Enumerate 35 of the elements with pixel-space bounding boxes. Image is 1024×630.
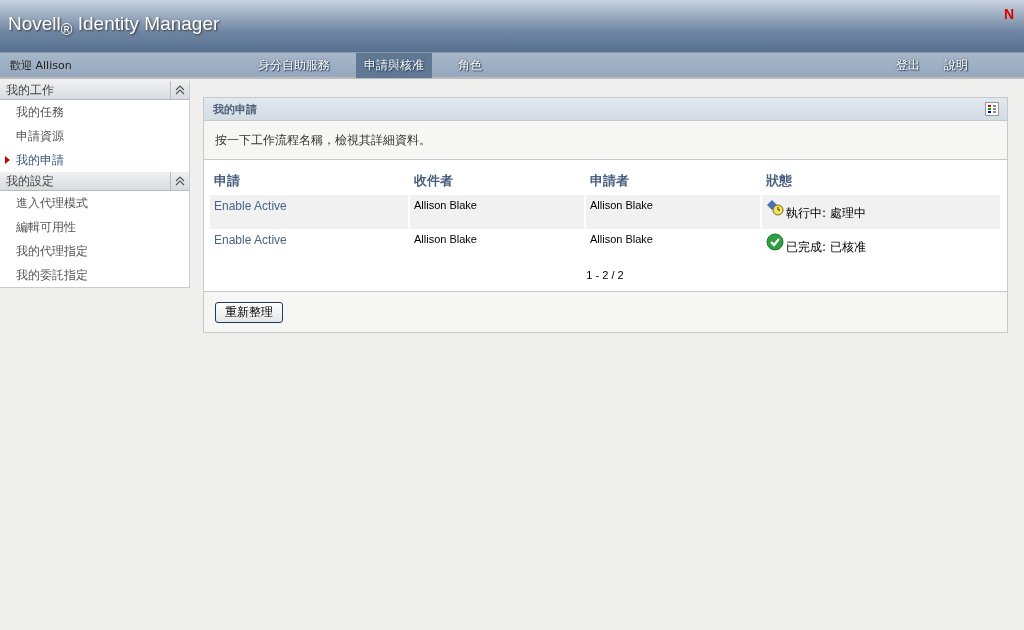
sidebar-item[interactable]: 我的任務 [0, 100, 189, 124]
request-link[interactable]: Enable Active [214, 233, 287, 247]
app-title: Novell$_{®}$ Identity Manager [8, 13, 220, 39]
panel-title: 我的申請 [213, 101, 257, 117]
table-cell: Allison Blake [414, 233, 477, 245]
column-header: 收件者 [414, 173, 453, 188]
column-header: 申請者 [590, 173, 629, 188]
column-header: 狀態 [766, 173, 792, 188]
sidebar-item[interactable]: 申請資源 [0, 124, 189, 148]
grid-icon[interactable] [985, 102, 999, 116]
table-cell: Allison Blake [590, 233, 653, 245]
status-text: 執行中: 處理中 [786, 205, 866, 222]
pagination-text: 1 - 2 / 2 [586, 269, 624, 281]
status-text: 已完成: 已核准 [786, 239, 866, 256]
checkmark-icon [766, 233, 784, 251]
table-cell: Allison Blake [414, 199, 477, 211]
section-title: 我的工作 [5, 81, 54, 99]
sidebar-item[interactable]: 我的申請 [0, 148, 189, 172]
sidebar-item[interactable]: 編輯可用性 [0, 215, 189, 239]
logo: N [1003, 6, 1014, 22]
refresh-button[interactable]: 重新整理 [215, 301, 283, 323]
column-header: 申請 [214, 173, 240, 188]
instruction-text: 按一下工作流程名稱，檢視其詳細資料。 [215, 131, 431, 149]
sidebar-item[interactable]: 我的代理指定 [0, 239, 189, 263]
sidebar-item[interactable]: 我的委託指定 [0, 263, 189, 287]
double-chevron-up-icon [174, 176, 186, 186]
section-title: 我的設定 [5, 172, 54, 190]
double-chevron-up-icon [174, 85, 186, 95]
welcome-text: 歡迎 Allison [9, 57, 73, 73]
nav-tab[interactable]: 申請與核准 [356, 52, 432, 78]
clock-diamond-icon [766, 199, 784, 217]
request-link[interactable]: Enable Active [214, 199, 287, 213]
sidebar-item[interactable]: 進入代理模式 [0, 191, 189, 215]
triangle-right-icon [5, 156, 10, 164]
table-cell: Allison Blake [590, 199, 653, 211]
